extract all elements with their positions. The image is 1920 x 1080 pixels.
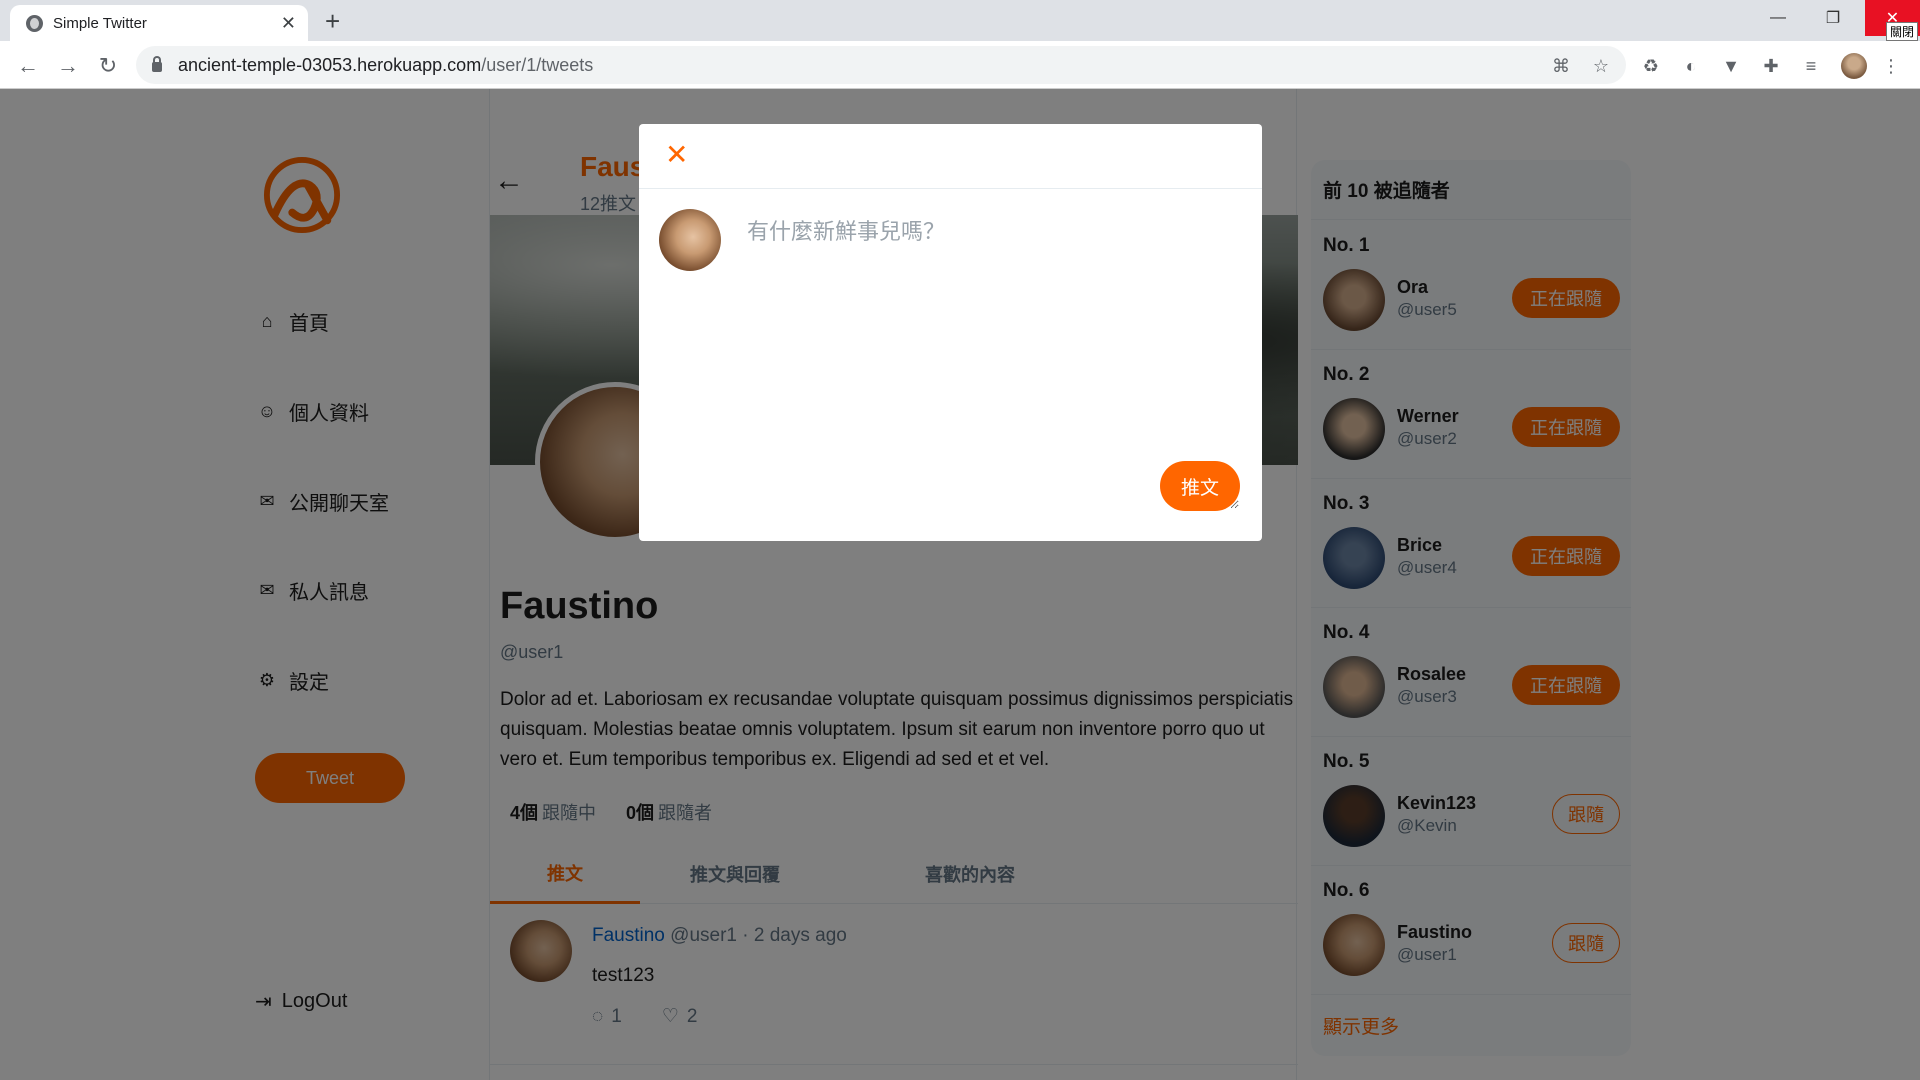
close-tooltip: 關閉	[1886, 22, 1919, 41]
browser-tab[interactable]: Simple Twitter ✕	[10, 5, 308, 41]
extension-circle-icon[interactable]: ◐	[1679, 54, 1703, 78]
address-bar[interactable]: ancient-temple-03053.herokuapp.com/user/…	[136, 46, 1626, 84]
minimize-icon[interactable]: —	[1750, 0, 1806, 36]
tweet-modal: ✕ 推文	[639, 124, 1262, 541]
puzzle-icon[interactable]: ✚	[1759, 54, 1783, 78]
translate-icon[interactable]: ⌘	[1549, 54, 1573, 78]
new-tab-button[interactable]: +	[325, 6, 340, 37]
modal-header: ✕	[639, 124, 1262, 189]
browser-tab-strip: Simple Twitter ✕ + — ❐ ✕ 關閉	[0, 0, 1920, 41]
extension-v-icon[interactable]: ▼	[1719, 54, 1743, 78]
browser-toolbar: ← → ↻ ancient-temple-03053.herokuapp.com…	[0, 41, 1920, 89]
url-text: ancient-temple-03053.herokuapp.com/user/…	[178, 54, 594, 75]
close-icon[interactable]: ✕	[665, 141, 688, 169]
lock-icon	[152, 56, 162, 72]
menu-kebab-icon[interactable]: ⋮	[1879, 54, 1903, 78]
modal-avatar	[659, 209, 721, 271]
bookmark-star-icon[interactable]: ☆	[1589, 54, 1613, 78]
reload-icon[interactable]: ↻	[92, 50, 124, 82]
restore-icon[interactable]: ❐	[1805, 0, 1861, 36]
tab-close-icon[interactable]: ✕	[281, 13, 296, 34]
tweet-textarea[interactable]	[739, 209, 1239, 509]
forward-icon[interactable]: →	[52, 50, 84, 82]
profile-avatar-chrome[interactable]	[1841, 53, 1867, 79]
reading-list-icon[interactable]: ≡	[1799, 54, 1823, 78]
submit-tweet-button[interactable]: 推文	[1160, 461, 1240, 511]
globe-icon	[26, 14, 43, 32]
back-icon[interactable]: ←	[12, 50, 44, 82]
tab-title: Simple Twitter	[53, 14, 147, 32]
recycle-extension-icon[interactable]: ♻	[1639, 54, 1663, 78]
